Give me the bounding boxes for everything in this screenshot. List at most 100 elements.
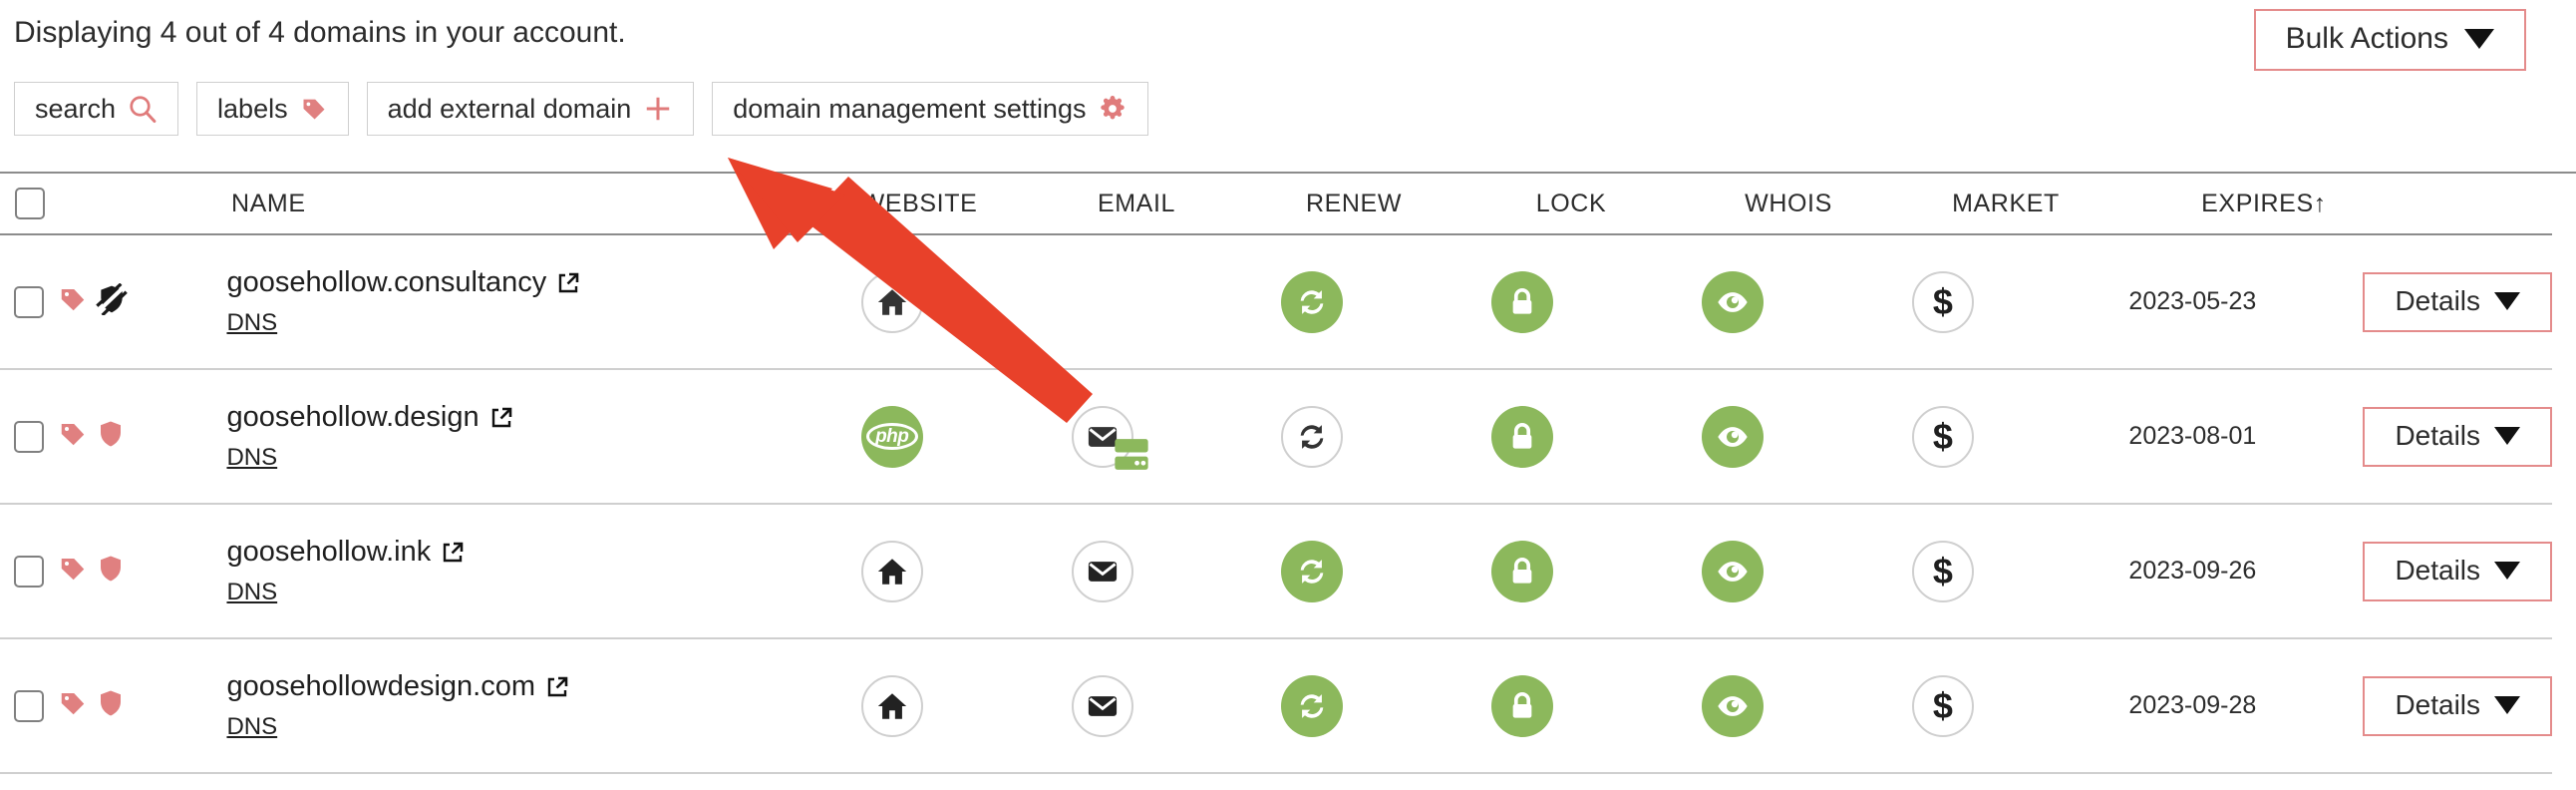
domain-management-settings-button[interactable]: domain management settings	[712, 82, 1149, 136]
domain-link[interactable]: goosehollow.design	[226, 401, 787, 434]
row-actions-cell: Details	[2337, 271, 2553, 332]
column-header-expires-label: EXPIRES	[2201, 189, 2314, 217]
expires-cell: 2023-09-26	[2128, 557, 2257, 585]
chevron-down-icon	[2494, 426, 2521, 445]
whois-status-button[interactable]	[1702, 270, 1765, 333]
column-header-renew[interactable]: RENEW	[1245, 190, 1462, 218]
row-checkbox[interactable]	[14, 285, 45, 318]
column-header-lock[interactable]: LOCK	[1462, 190, 1680, 218]
toolbar: search labels add external domain domain…	[14, 82, 1149, 136]
refresh-icon	[1301, 693, 1324, 718]
labels-button[interactable]: labels	[196, 82, 349, 136]
column-header-whois[interactable]: WHOIS	[1680, 190, 1897, 218]
whois-cell	[1628, 540, 1838, 602]
row-select-cell	[0, 689, 58, 722]
dns-link[interactable]: DNS	[226, 309, 277, 337]
row-actions-cell: Details	[2337, 675, 2553, 736]
email-status-button[interactable]	[1071, 405, 1148, 470]
email-status-button[interactable]	[1071, 540, 1133, 602]
shield-icon[interactable]	[96, 553, 126, 590]
email-status-button[interactable]	[1071, 674, 1133, 737]
tag-icon[interactable]	[58, 688, 88, 723]
bulk-actions-button[interactable]: Bulk Actions	[2253, 9, 2526, 71]
external-link-icon	[547, 676, 568, 696]
domains-summary-text: Displaying 4 out of 4 domains in your ac…	[14, 16, 626, 49]
renew-cell	[1207, 674, 1418, 737]
dns-link[interactable]: DNS	[226, 579, 277, 606]
dns-link[interactable]: DNS	[226, 713, 277, 741]
row-checkbox[interactable]	[14, 689, 45, 722]
market-status-button[interactable]: $	[1911, 270, 1974, 333]
details-button[interactable]: Details	[2363, 406, 2553, 467]
email-cell	[997, 540, 1207, 602]
external-link-icon	[559, 272, 579, 292]
whois-status-button[interactable]	[1702, 540, 1765, 602]
lock-status-button[interactable]	[1491, 540, 1554, 602]
shield-slash-icon[interactable]	[96, 282, 128, 320]
row-actions-cell: Details	[2337, 541, 2553, 601]
lock-status-button[interactable]	[1491, 674, 1554, 737]
details-button[interactable]: Details	[2363, 271, 2553, 332]
details-button[interactable]: Details	[2363, 675, 2553, 736]
whois-status-button[interactable]	[1702, 405, 1765, 468]
website-status-button[interactable]: php	[860, 405, 923, 468]
market-status-button[interactable]: $	[1911, 405, 1974, 468]
add-external-domain-button[interactable]: add external domain	[366, 82, 695, 136]
whois-cell	[1628, 405, 1838, 468]
market-status-button[interactable]: $	[1911, 540, 1974, 602]
renew-status-button[interactable]	[1281, 674, 1344, 737]
eye-icon	[1718, 291, 1748, 312]
shield-icon[interactable]	[96, 418, 126, 455]
renew-status-button[interactable]	[1281, 540, 1344, 602]
search-icon	[128, 94, 158, 124]
column-header-email[interactable]: EMAIL	[1028, 190, 1245, 218]
column-header-website[interactable]: WEBSITE	[810, 190, 1028, 218]
refresh-icon	[1301, 559, 1324, 584]
shield-icon[interactable]	[96, 687, 126, 724]
lock-icon	[1512, 557, 1532, 584]
domain-link[interactable]: goosehollow.consultancy	[226, 266, 787, 299]
gear-icon	[1098, 94, 1127, 124]
domain-manager-page: Displaying 4 out of 4 domains in your ac…	[0, 0, 2576, 790]
website-status-button[interactable]	[860, 674, 923, 737]
sort-ascending-icon: ↑	[2313, 189, 2327, 217]
row-checkbox[interactable]	[14, 555, 45, 588]
whois-cell	[1628, 270, 1838, 333]
renew-status-button[interactable]	[1281, 270, 1344, 333]
chevron-down-icon	[2494, 291, 2521, 310]
domain-link[interactable]: goosehollow.ink	[226, 536, 787, 569]
lock-status-button[interactable]	[1491, 405, 1554, 468]
lock-status-button[interactable]	[1491, 270, 1554, 333]
eye-icon	[1718, 561, 1748, 582]
market-status-button[interactable]: $	[1911, 674, 1974, 737]
row-actions-cell: Details	[2337, 406, 2553, 467]
search-button[interactable]: search	[14, 82, 179, 136]
tag-icon[interactable]	[58, 284, 88, 319]
details-button[interactable]: Details	[2363, 541, 2553, 601]
tag-icon[interactable]	[58, 554, 88, 589]
whois-status-button[interactable]	[1702, 674, 1765, 737]
domain-link[interactable]: goosehollowdesign.com	[226, 670, 787, 703]
expires-cell: 2023-09-28	[2128, 691, 2257, 719]
labels-button-label: labels	[217, 93, 288, 124]
tag-icon[interactable]	[58, 419, 88, 454]
row-checkbox[interactable]	[14, 420, 45, 453]
php-icon: php	[865, 423, 918, 450]
website-status-button[interactable]	[860, 540, 923, 602]
column-header-market[interactable]: MARKET	[1897, 190, 2114, 218]
market-cell: $	[1837, 674, 2048, 737]
lock-cell	[1418, 674, 1628, 737]
table-header-row: NAME WEBSITE EMAIL RENEW LOCK WHOIS MARK…	[0, 174, 2552, 235]
column-header-expires[interactable]: EXPIRES↑	[2114, 190, 2414, 218]
website-status-button[interactable]	[860, 270, 923, 333]
select-all-cell	[0, 188, 60, 219]
dns-link[interactable]: DNS	[226, 444, 277, 472]
search-button-label: search	[35, 93, 117, 124]
details-button-label: Details	[2395, 419, 2481, 451]
column-header-name[interactable]: NAME	[138, 190, 810, 218]
renew-status-button[interactable]	[1281, 405, 1344, 468]
select-all-checkbox[interactable]	[15, 188, 45, 219]
market-cell: $	[1837, 405, 2048, 468]
website-cell: php	[787, 405, 997, 468]
table-row: goosehollowdesign.com DNS $ 2023-09-28 D…	[0, 639, 2553, 774]
